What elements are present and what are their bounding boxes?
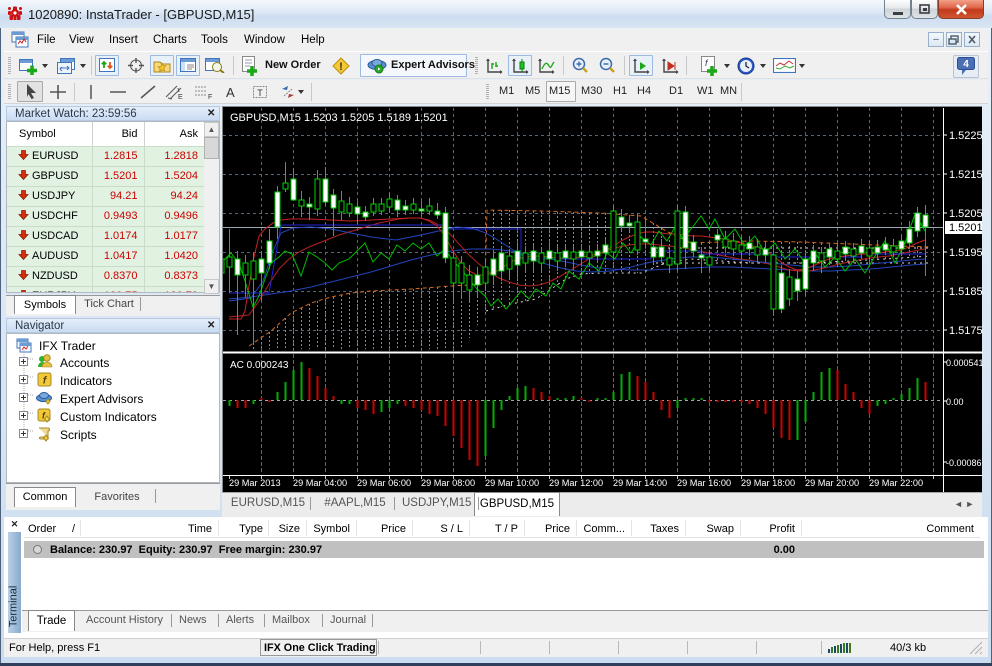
svg-text:29 Mar 10:00: 29 Mar 10:00 [485,478,539,488]
svg-text:AC 0.000243: AC 0.000243 [230,360,289,371]
svg-text:29 Mar 08:00: 29 Mar 08:00 [421,478,475,488]
svg-text:E: E [178,94,183,100]
svg-text:1.5225: 1.5225 [949,130,983,142]
svg-text:-0.00086: -0.00086 [946,458,982,468]
svg-text:GBPUSD,M15 1.5203 1.5205 1.51: GBPUSD,M15 1.5203 1.5205 1.5189 1.5201 [230,112,448,124]
svg-text:29 Mar 06:00: 29 Mar 06:00 [357,478,411,488]
svg-text:!: ! [339,61,343,73]
svg-text:29 Mar 2013: 29 Mar 2013 [229,478,281,488]
svg-text:29 Mar 20:00: 29 Mar 20:00 [805,478,859,488]
svg-text:1.5185: 1.5185 [949,286,983,298]
svg-text:29 Mar 22:00: 29 Mar 22:00 [869,478,923,488]
svg-text:29 Mar 12:00: 29 Mar 12:00 [549,478,603,488]
svg-text:29 Mar 16:00: 29 Mar 16:00 [677,478,731,488]
svg-text:0.00: 0.00 [946,397,964,407]
svg-text:29 Mar 18:00: 29 Mar 18:00 [741,478,795,488]
svg-text:0.000541: 0.000541 [946,358,983,368]
svg-text:1.5175: 1.5175 [949,325,983,337]
svg-text:29 Mar 14:00: 29 Mar 14:00 [613,478,667,488]
svg-text:29 Mar 04:00: 29 Mar 04:00 [293,478,347,488]
svg-text:1.5195: 1.5195 [949,247,983,259]
svg-text:F: F [208,94,212,100]
svg-text:T: T [257,88,263,98]
svg-text:4: 4 [963,59,969,70]
svg-text:1.5215: 1.5215 [949,169,983,181]
svg-text:1.5205: 1.5205 [949,208,983,220]
svg-text:1.5201: 1.5201 [949,222,983,234]
